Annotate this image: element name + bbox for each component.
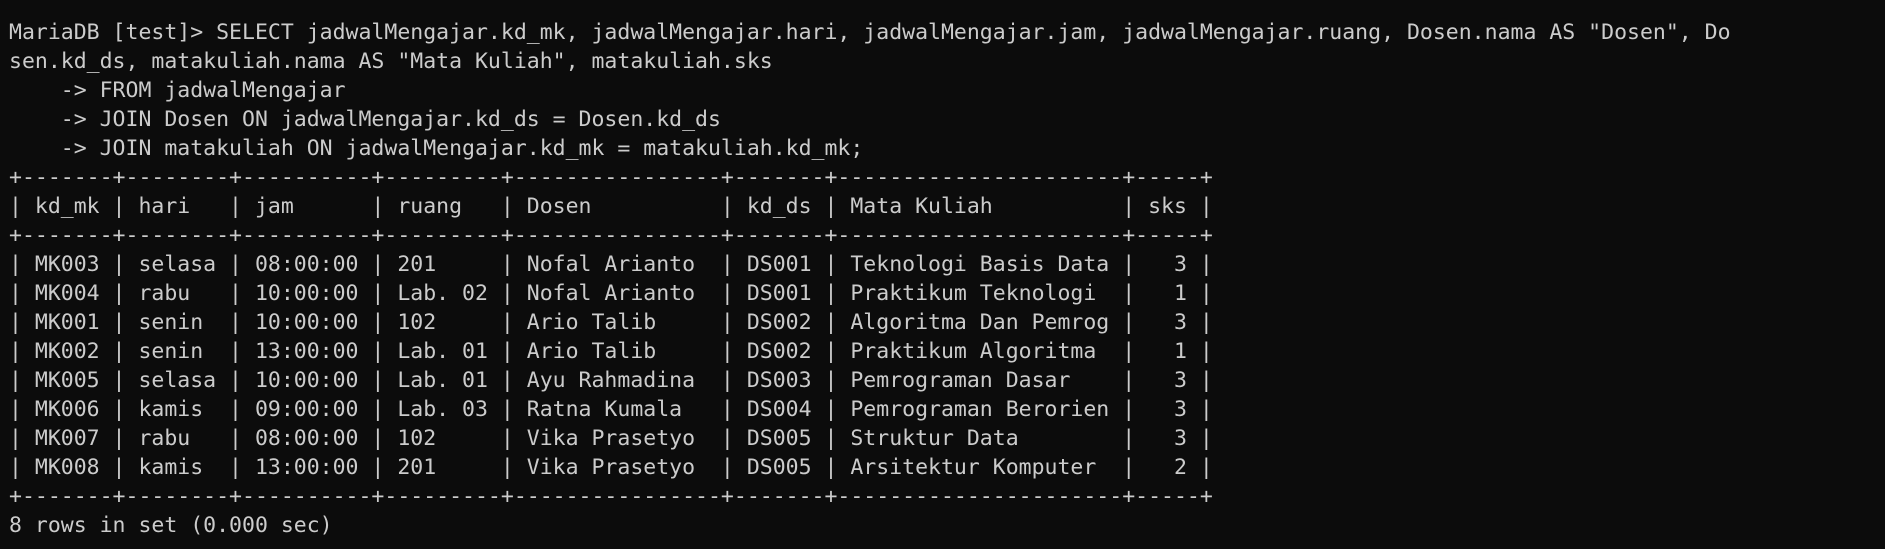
table-row: | MK003 | selasa | 08:00:00 | 201 | Nofa… <box>9 252 1213 277</box>
sql-query-line: -> FROM jadwalMengajar <box>9 78 346 103</box>
table-border: +-------+--------+----------+---------+-… <box>9 223 1213 248</box>
table-row: | MK005 | selasa | 10:00:00 | Lab. 01 | … <box>9 368 1213 393</box>
sql-query-line: -> JOIN Dosen ON jadwalMengajar.kd_ds = … <box>9 107 721 132</box>
table-row: | MK008 | kamis | 13:00:00 | 201 | Vika … <box>9 455 1213 480</box>
table-border: +-------+--------+----------+---------+-… <box>9 165 1213 190</box>
terminal-output[interactable]: MariaDB [test]> SELECT jadwalMengajar.kd… <box>9 0 1879 549</box>
table-row: | MK004 | rabu | 10:00:00 | Lab. 02 | No… <box>9 281 1213 306</box>
table-row: | MK006 | kamis | 09:00:00 | Lab. 03 | R… <box>9 397 1213 422</box>
table-row: | MK001 | senin | 10:00:00 | 102 | Ario … <box>9 310 1213 335</box>
sql-query-line: sen.kd_ds, matakuliah.nama AS "Mata Kuli… <box>9 49 773 74</box>
table-header-row: | kd_mk | hari | jam | ruang | Dosen | k… <box>9 194 1213 219</box>
table-row: | MK002 | senin | 13:00:00 | Lab. 01 | A… <box>9 339 1213 364</box>
table-row: | MK007 | rabu | 08:00:00 | 102 | Vika P… <box>9 426 1213 451</box>
sql-query-line: -> JOIN matakuliah ON jadwalMengajar.kd_… <box>9 136 864 161</box>
result-summary: 8 rows in set (0.000 sec) <box>9 513 333 538</box>
sql-query-line: MariaDB [test]> SELECT jadwalMengajar.kd… <box>9 20 1731 45</box>
table-border: +-------+--------+----------+---------+-… <box>9 484 1213 509</box>
